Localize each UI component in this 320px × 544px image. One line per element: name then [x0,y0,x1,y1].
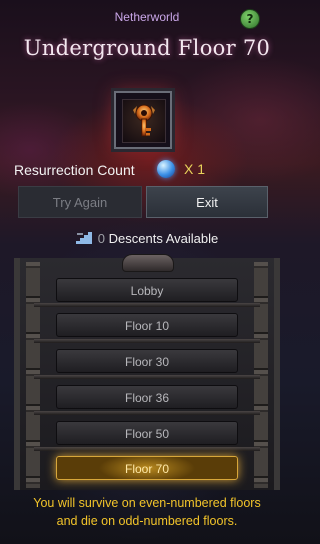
exit-button[interactable]: Exit [146,186,268,218]
tower-crest-icon [122,254,174,272]
stairs-icon [75,232,92,244]
help-icon[interactable]: ? [240,9,260,29]
reward-slot[interactable] [114,91,172,149]
blue-orb-icon [157,160,175,178]
warning-line-1: You will survive on even-numbered floors [33,496,261,510]
floor-36-button[interactable]: Floor 36 [56,385,238,409]
descents-available: 0 Descents Available [0,231,294,246]
floor-divider [34,447,260,451]
resurrection-count: X 1 [184,161,206,177]
floor-divider [34,375,260,379]
floor-divider [34,339,260,343]
floor-title: Underground Floor 70 [23,36,271,60]
floor-70-button[interactable]: Floor 70 [56,456,238,480]
floor-lobby-button[interactable]: Lobby [56,278,238,302]
floor-rule-warning: You will survive on even-numbered floors… [0,494,294,530]
key-icon [133,104,155,137]
floor-50-button[interactable]: Floor 50 [56,421,238,445]
try-again-button[interactable]: Try Again [18,186,142,218]
warning-line-2: and die on odd-numbered floors. [56,514,238,528]
descents-label: Descents Available [108,231,219,246]
floor-30-button[interactable]: Floor 30 [56,349,238,373]
floor-divider [34,411,260,415]
floor-divider [34,303,260,307]
reward-slot-inner [122,99,166,143]
resurrection-label: Resurrection Count [14,162,135,178]
floor-10-button[interactable]: Floor 10 [56,313,238,337]
descents-count: 0 [97,231,105,246]
